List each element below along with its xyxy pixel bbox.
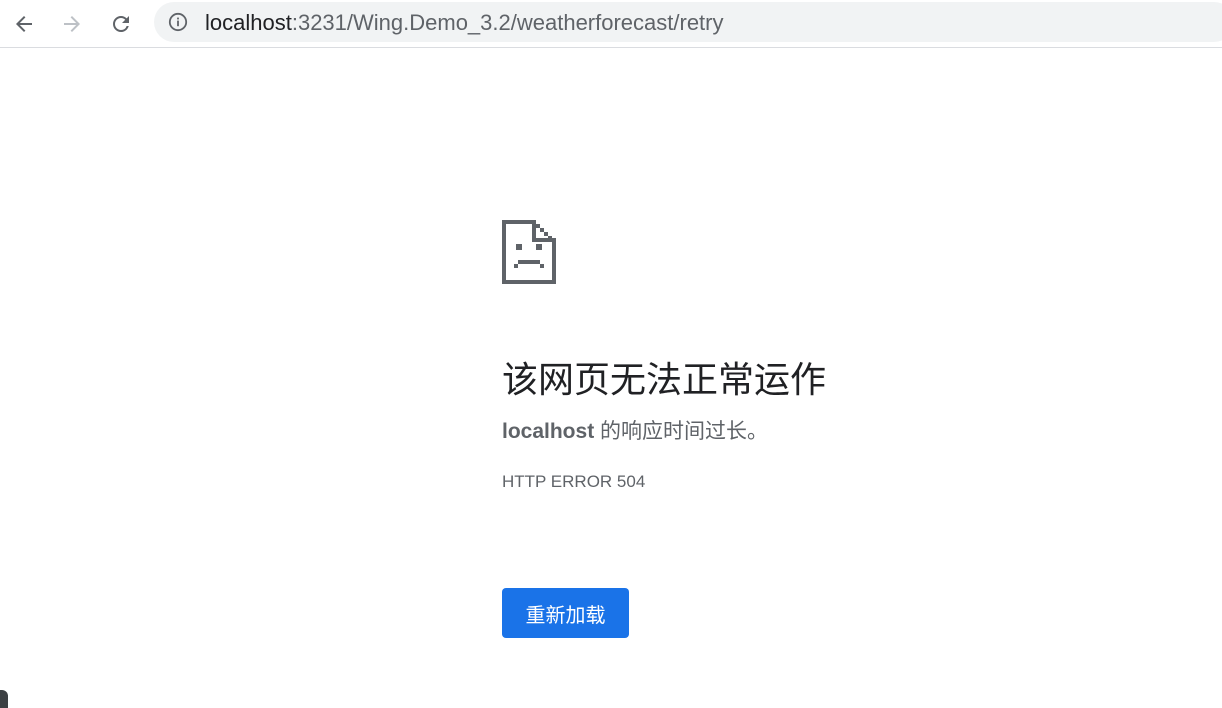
- arrow-left-icon: [16, 16, 32, 32]
- error-title: 该网页无法正常运作: [502, 359, 827, 400]
- url-host: localhost: [205, 10, 292, 35]
- url-path: :3231/Wing.Demo_3.2/weatherforecast/retr…: [291, 10, 724, 35]
- forward-button[interactable]: [54, 6, 90, 42]
- error-host: localhost: [502, 420, 595, 443]
- url-text[interactable]: localhost:3231/Wing.Demo_3.2/weatherfore…: [205, 11, 724, 35]
- corner-tab: [0, 690, 8, 708]
- address-bar[interactable]: localhost:3231/Wing.Demo_3.2/weatherfore…: [154, 2, 1222, 42]
- error-description: localhost 的响应时间过长。: [502, 418, 1142, 446]
- info-icon[interactable]: [168, 12, 188, 32]
- sad-page-icon: [502, 220, 556, 284]
- reload-icon: [113, 15, 129, 32]
- reload-button[interactable]: 重新加载: [502, 588, 629, 638]
- error-desc-text: 的响应时间过长。: [594, 420, 769, 443]
- browser-toolbar: localhost:3231/Wing.Demo_3.2/weatherfore…: [0, 0, 1222, 48]
- reload-page-button[interactable]: [103, 6, 139, 42]
- back-button[interactable]: [6, 6, 42, 42]
- error-code: HTTP ERROR 504: [502, 472, 646, 491]
- error-content: 该网页无法正常运作 localhost 的响应时间过长。 HTTP ERROR …: [502, 220, 1142, 492]
- arrow-right-icon: [64, 16, 80, 32]
